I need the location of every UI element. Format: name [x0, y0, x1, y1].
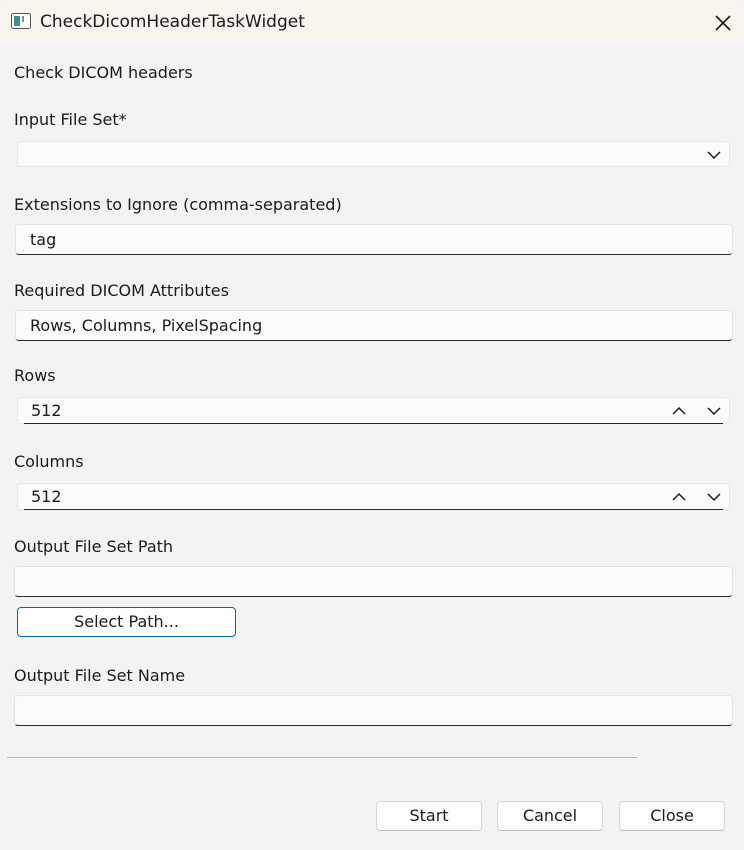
chevron-up-icon[interactable]	[669, 487, 689, 507]
rows-underline	[24, 422, 723, 424]
select-path-button[interactable]: Select Path...	[17, 607, 236, 637]
output-path-input[interactable]	[14, 566, 733, 597]
required-attributes-label: Required DICOM Attributes	[14, 281, 229, 300]
rows-value[interactable]: 512	[31, 401, 62, 421]
chevron-down-icon[interactable]	[704, 401, 724, 421]
rows-spinbox[interactable]: 512	[17, 397, 730, 424]
output-path-label: Output File Set Path	[14, 537, 174, 556]
dialog-heading: Check DICOM headers	[14, 63, 193, 82]
chevron-down-icon[interactable]	[704, 487, 724, 507]
required-attributes-input[interactable]	[15, 310, 733, 341]
chevron-down-icon[interactable]	[704, 145, 724, 165]
rows-label: Rows	[14, 366, 56, 385]
extensions-to-ignore-label: Extensions to Ignore (comma-separated)	[14, 195, 342, 214]
input-file-set-combobox[interactable]	[17, 141, 730, 167]
close-button[interactable]: Close	[619, 801, 725, 831]
columns-label: Columns	[14, 452, 84, 471]
columns-underline	[24, 508, 723, 510]
columns-value[interactable]: 512	[31, 487, 62, 507]
cancel-button[interactable]: Cancel	[497, 801, 603, 831]
output-name-input[interactable]	[14, 695, 733, 726]
extensions-to-ignore-input[interactable]	[15, 224, 733, 255]
input-file-set-label: Input File Set*	[14, 110, 127, 129]
chevron-up-icon[interactable]	[669, 401, 689, 421]
window-app-icon	[11, 13, 31, 29]
columns-spinbox[interactable]: 512	[17, 483, 730, 510]
start-button[interactable]: Start	[376, 801, 482, 831]
output-name-label: Output File Set Name	[14, 666, 186, 685]
title-bar: CheckDicomHeaderTaskWidget	[0, 0, 744, 44]
window-title: CheckDicomHeaderTaskWidget	[40, 12, 305, 32]
separator-line	[7, 757, 637, 758]
close-icon[interactable]	[712, 12, 734, 34]
